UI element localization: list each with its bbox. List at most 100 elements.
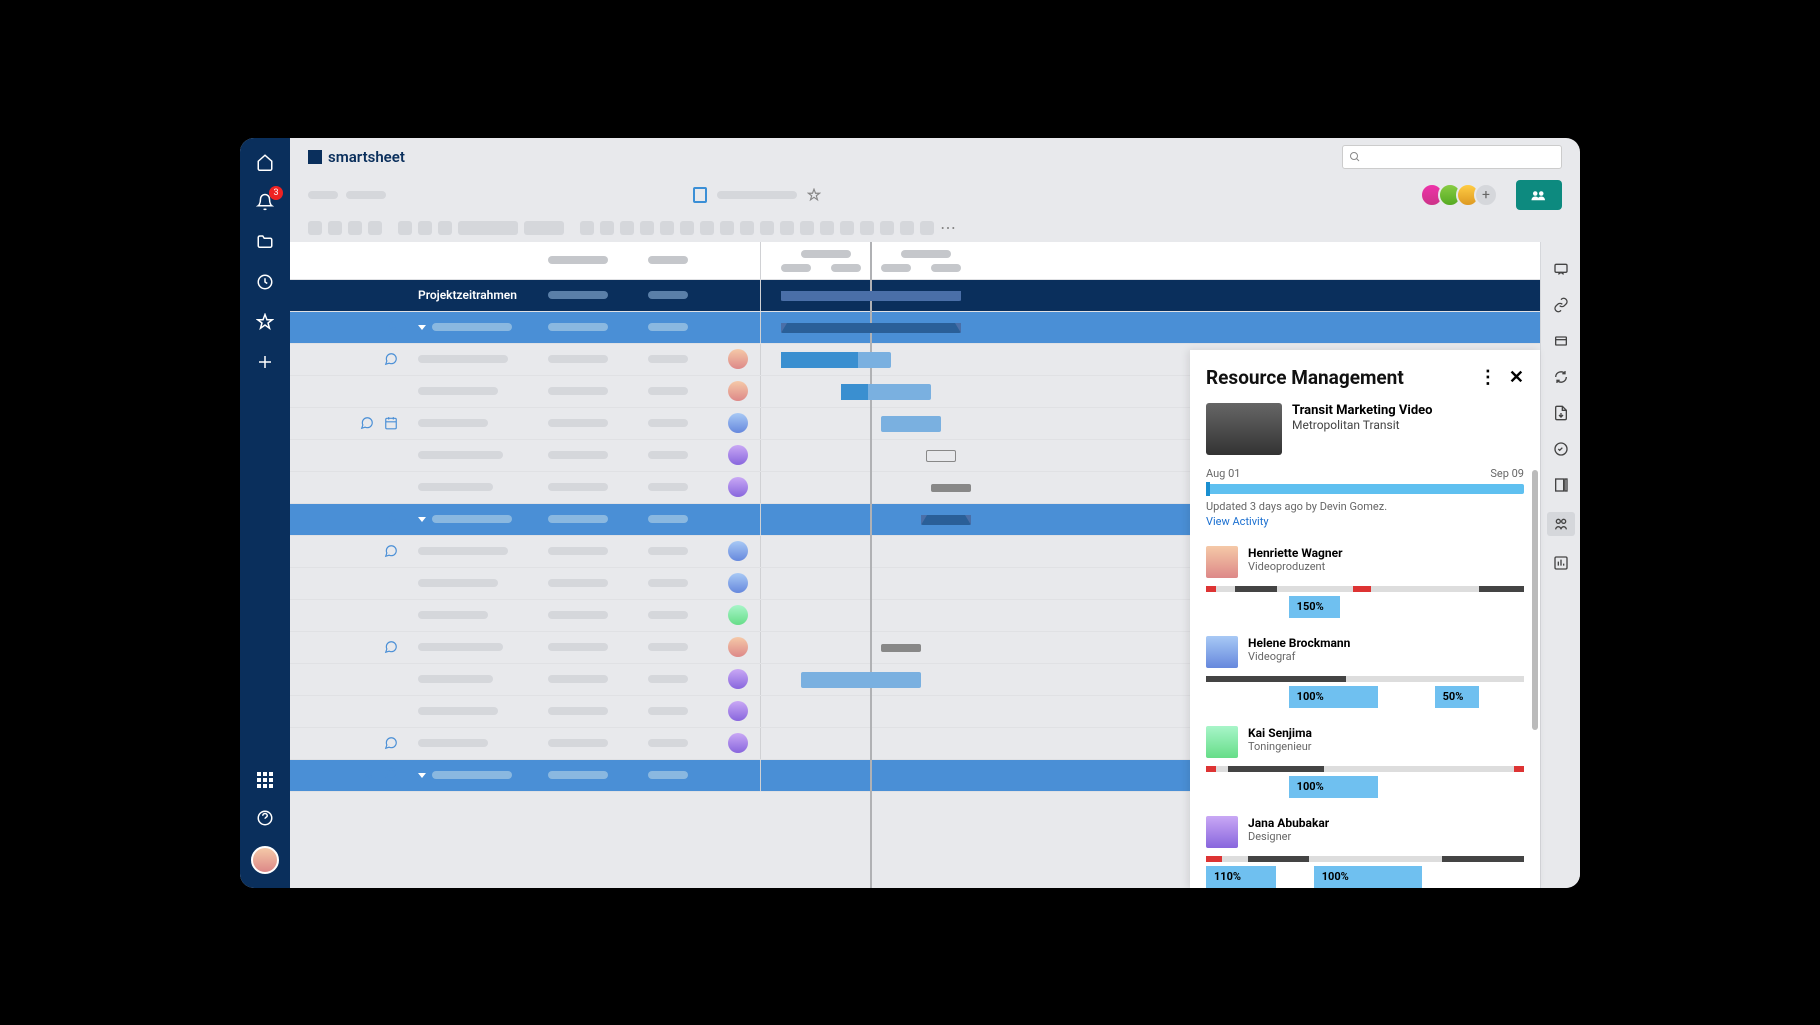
notification-badge: 3: [269, 186, 283, 200]
attachment-icon[interactable]: [360, 768, 374, 782]
section-header-row[interactable]: Projektzeitrahmen: [290, 280, 1540, 312]
assignee-avatar[interactable]: [728, 381, 748, 401]
resource-name: Henriette Wagner: [1248, 546, 1343, 560]
folder-icon[interactable]: [255, 232, 275, 252]
tab-placeholder[interactable]: [308, 191, 338, 199]
toolbar-button[interactable]: [860, 221, 874, 235]
allocation-chip: 150%: [1289, 596, 1340, 618]
activity-icon[interactable]: [1552, 440, 1570, 458]
toolbar-more-icon[interactable]: ⋯: [940, 218, 958, 237]
search-input[interactable]: [1342, 145, 1562, 169]
favorites-icon[interactable]: [255, 312, 275, 332]
apps-icon[interactable]: [255, 770, 275, 790]
comment-icon[interactable]: [360, 416, 374, 430]
toolbar-button[interactable]: [438, 221, 452, 235]
update-requests-icon[interactable]: [1552, 368, 1570, 386]
attachment-icon[interactable]: [384, 320, 398, 334]
close-icon[interactable]: ✕: [1509, 367, 1524, 388]
scrollbar[interactable]: [1532, 470, 1538, 730]
assignee-avatar[interactable]: [728, 445, 748, 465]
collaborator-avatars[interactable]: +: [1426, 183, 1498, 207]
comment-icon[interactable]: [384, 544, 398, 558]
reminder-icon[interactable]: [384, 768, 398, 782]
toolbar-button[interactable]: [740, 221, 754, 235]
toolbar-button[interactable]: [308, 221, 322, 235]
assignee-avatar[interactable]: [728, 701, 748, 721]
right-rail: [1540, 242, 1580, 888]
recents-icon[interactable]: [255, 272, 275, 292]
toolbar-button[interactable]: [660, 221, 674, 235]
toolbar-button[interactable]: [458, 221, 518, 235]
toolbar-button[interactable]: [720, 221, 734, 235]
toolbar-button[interactable]: [700, 221, 714, 235]
toolbar-button[interactable]: [680, 221, 694, 235]
timeline-start: Aug 01: [1206, 467, 1240, 480]
toolbar-button[interactable]: [368, 221, 382, 235]
notifications-icon[interactable]: 3: [255, 192, 275, 212]
updated-text: Updated 3 days ago by Devin Gomez.: [1206, 500, 1524, 513]
toolbar-button[interactable]: [328, 221, 342, 235]
user-avatar[interactable]: [251, 846, 279, 874]
chart-icon[interactable]: [1552, 554, 1570, 572]
resource-role: Videograf: [1248, 650, 1350, 663]
assignee-avatar[interactable]: [728, 573, 748, 593]
share-button[interactable]: [1516, 180, 1562, 210]
section-title: Projektzeitrahmen: [418, 288, 517, 302]
comment-icon[interactable]: [384, 640, 398, 654]
resource-item: Kai Senjima Toningenieur 100%: [1206, 726, 1524, 798]
toolbar-button[interactable]: [840, 221, 854, 235]
toolbar-button[interactable]: [418, 221, 432, 235]
toolbar-button[interactable]: [800, 221, 814, 235]
reminder-icon[interactable]: [384, 416, 398, 430]
toolbar-button[interactable]: [580, 221, 594, 235]
attachments-icon[interactable]: [1552, 296, 1570, 314]
resource-name: Helene Brockmann: [1248, 636, 1350, 650]
assignee-avatar[interactable]: [728, 413, 748, 433]
timeline-bar: [1206, 484, 1524, 494]
toolbar-button[interactable]: [600, 221, 614, 235]
toolbar-button[interactable]: [760, 221, 774, 235]
comment-icon[interactable]: [384, 736, 398, 750]
tab-placeholder[interactable]: [346, 191, 386, 199]
resource-name: Jana Abubakar: [1248, 816, 1329, 830]
toolbar-button[interactable]: [640, 221, 654, 235]
resource-role: Toningenieur: [1248, 740, 1312, 753]
toolbar-button[interactable]: [780, 221, 794, 235]
assignee-avatar[interactable]: [728, 605, 748, 625]
star-icon[interactable]: [807, 188, 821, 202]
toolbar-button[interactable]: [880, 221, 894, 235]
help-icon[interactable]: [255, 808, 275, 828]
assignee-avatar[interactable]: [728, 477, 748, 497]
resource-management-icon[interactable]: [1547, 512, 1575, 536]
home-icon[interactable]: [255, 152, 275, 172]
assignee-avatar[interactable]: [728, 541, 748, 561]
add-icon[interactable]: [255, 352, 275, 372]
toolbar-button[interactable]: [524, 221, 564, 235]
more-avatars[interactable]: +: [1474, 183, 1498, 207]
assignee-avatar[interactable]: [728, 637, 748, 657]
toolbar-button[interactable]: [900, 221, 914, 235]
assignee-avatar[interactable]: [728, 669, 748, 689]
assignee-avatar[interactable]: [728, 733, 748, 753]
conversations-icon[interactable]: [1552, 260, 1570, 278]
resource-panel: Resource Management ⋮ ✕ Transit Marketin…: [1190, 350, 1540, 888]
proof-icon[interactable]: [1552, 332, 1570, 350]
assignee-avatar[interactable]: [728, 349, 748, 369]
subsection-row[interactable]: [290, 312, 1540, 344]
attachment-icon[interactable]: [384, 512, 398, 526]
brand-logo[interactable]: smartsheet: [308, 148, 405, 166]
nav-sidebar: 3: [240, 138, 290, 888]
toolbar-button[interactable]: [620, 221, 634, 235]
resource-role: Videoproduzent: [1248, 560, 1343, 573]
resource-item: Henriette Wagner Videoproduzent 150%: [1206, 546, 1524, 618]
comment-icon[interactable]: [384, 352, 398, 366]
toolbar-button[interactable]: [398, 221, 412, 235]
toolbar-button[interactable]: [348, 221, 362, 235]
toolbar-button[interactable]: [820, 221, 834, 235]
resource-name: Kai Senjima: [1248, 726, 1312, 740]
toolbar-button[interactable]: [920, 221, 934, 235]
publish-icon[interactable]: [1552, 404, 1570, 422]
panel-menu-icon[interactable]: ⋮: [1479, 367, 1497, 388]
view-activity-link[interactable]: View Activity: [1206, 515, 1524, 528]
summary-icon[interactable]: [1552, 476, 1570, 494]
